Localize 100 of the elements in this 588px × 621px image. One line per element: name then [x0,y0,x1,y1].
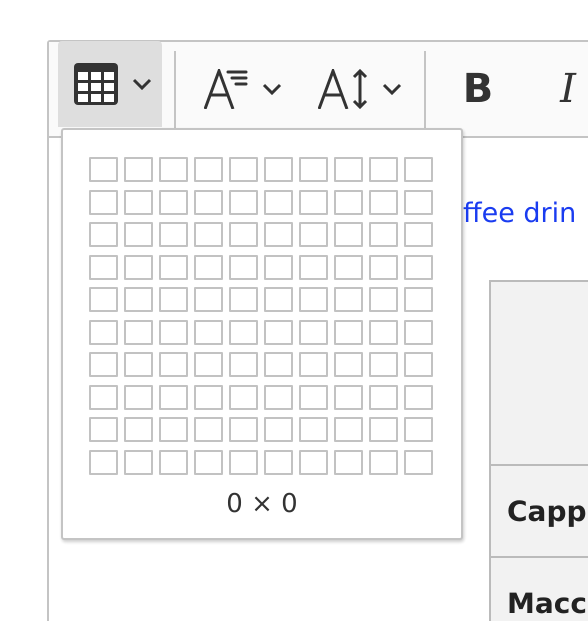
grid-cell[interactable] [159,222,188,247]
bold-button[interactable]: B [448,51,508,127]
grid-cell[interactable] [229,190,258,214]
grid-cell[interactable] [369,190,398,214]
grid-cell[interactable] [334,287,363,312]
grid-cell[interactable] [404,320,433,344]
grid-cell[interactable] [229,254,258,280]
grid-cell[interactable] [124,352,153,377]
grid-cell[interactable] [334,254,363,280]
grid-cell[interactable] [299,384,328,410]
grid-cell[interactable] [404,157,433,182]
grid-cell[interactable] [124,287,153,312]
grid-cell[interactable] [264,450,293,474]
grid-cell[interactable] [264,190,293,214]
grid-cell[interactable] [89,157,118,182]
grid-cell[interactable] [159,384,188,410]
grid-cell[interactable] [334,450,363,474]
grid-cell[interactable] [124,384,153,410]
grid-cell[interactable] [264,352,293,377]
grid-cell[interactable] [369,320,398,344]
grid-cell[interactable] [89,352,118,377]
grid-cell[interactable] [89,222,118,247]
grid-cell[interactable] [334,417,363,442]
grid-cell[interactable] [194,157,223,182]
grid-cell[interactable] [124,254,153,280]
grid-cell[interactable] [299,320,328,344]
grid-cell[interactable] [159,417,188,442]
grid-cell[interactable] [229,352,258,377]
grid-cell[interactable] [299,254,328,280]
grid-cell[interactable] [229,222,258,247]
grid-cell[interactable] [89,190,118,214]
grid-cell[interactable] [369,417,398,442]
grid-cell[interactable] [334,157,363,182]
grid-cell[interactable] [124,320,153,344]
grid-cell[interactable] [89,384,118,410]
grid-cell[interactable] [229,450,258,474]
grid-cell[interactable] [89,287,118,312]
grid-cell[interactable] [334,320,363,344]
grid-cell[interactable] [89,417,118,442]
grid-cell[interactable] [124,190,153,214]
grid-cell[interactable] [404,287,433,312]
grid-cell[interactable] [404,222,433,247]
grid-cell[interactable] [194,450,223,474]
grid-cell[interactable] [159,157,188,182]
grid-cell[interactable] [89,450,118,474]
grid-cell[interactable] [264,287,293,312]
grid-cell[interactable] [229,320,258,344]
grid-cell[interactable] [264,320,293,344]
grid-cell[interactable] [229,157,258,182]
grid-cell[interactable] [159,287,188,312]
grid-cell[interactable] [404,384,433,410]
grid-cell[interactable] [369,254,398,280]
link-text[interactable]: ffee drin [463,196,588,232]
grid-cell[interactable] [124,157,153,182]
grid-cell[interactable] [264,384,293,410]
grid-cell[interactable] [89,254,118,280]
grid-cell[interactable] [159,450,188,474]
grid-cell[interactable] [334,222,363,247]
grid-cell[interactable] [194,287,223,312]
grid-cell[interactable] [369,384,398,410]
grid-cell[interactable] [334,190,363,214]
grid-cell[interactable] [89,320,118,344]
grid-cell[interactable] [299,157,328,182]
grid-cell[interactable] [299,222,328,247]
grid-cell[interactable] [404,450,433,474]
grid-cell[interactable] [194,384,223,410]
grid-cell[interactable] [194,222,223,247]
grid-cell[interactable] [229,384,258,410]
grid-cell[interactable] [124,450,153,474]
grid-cell[interactable] [264,254,293,280]
grid-cell[interactable] [159,254,188,280]
grid-cell[interactable] [194,190,223,214]
grid-cell[interactable] [369,287,398,312]
grid-cell[interactable] [299,287,328,312]
grid-cell[interactable] [369,450,398,474]
grid-cell[interactable] [124,222,153,247]
grid-cell[interactable] [229,287,258,312]
grid-cell[interactable] [264,222,293,247]
grid-cell[interactable] [404,190,433,214]
grid-cell[interactable] [404,254,433,280]
grid-cell[interactable] [264,157,293,182]
grid-cell[interactable] [299,417,328,442]
insert-table-button[interactable] [58,41,162,127]
grid-cell[interactable] [299,352,328,377]
grid-cell[interactable] [299,450,328,474]
grid-cell[interactable] [194,417,223,442]
grid-cell[interactable] [369,157,398,182]
grid-cell[interactable] [194,254,223,280]
grid-cell[interactable] [369,222,398,247]
grid-cell[interactable] [159,190,188,214]
grid-cell[interactable] [194,320,223,344]
grid-cell[interactable] [334,384,363,410]
grid-cell[interactable] [404,352,433,377]
grid-cell[interactable] [264,417,293,442]
grid-cell[interactable] [404,417,433,442]
grid-cell[interactable] [159,320,188,344]
grid-cell[interactable] [334,352,363,377]
grid-cell[interactable] [194,352,223,377]
grid-cell[interactable] [159,352,188,377]
grid-cell[interactable] [124,417,153,442]
